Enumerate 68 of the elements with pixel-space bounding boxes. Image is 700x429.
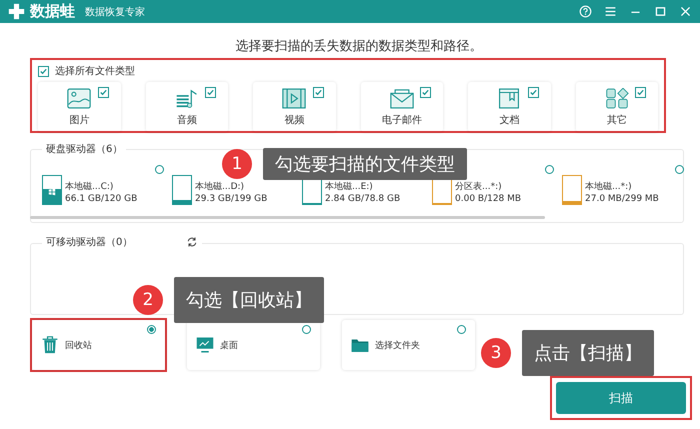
checkbox[interactable] (312, 87, 324, 98)
radio-button[interactable] (457, 325, 466, 334)
refresh-icon[interactable] (186, 236, 198, 248)
envelope-icon (390, 88, 414, 108)
drive-usage: 66.1 GB/120 GB (65, 193, 138, 205)
location-card[interactable]: 选择文件夹 (342, 320, 475, 370)
drive-name: 分区表...*:) (455, 181, 503, 193)
drive-usage: 0.00 B/128 MB (455, 193, 522, 205)
file-type-label: 其它 (606, 114, 627, 126)
help-icon[interactable] (579, 5, 592, 18)
menu-icon[interactable] (604, 5, 617, 18)
monitor-icon (196, 336, 214, 354)
music-note-icon (174, 88, 199, 108)
checkbox[interactable] (635, 87, 646, 98)
app-subtitle: 数据恢复专家 (85, 6, 145, 18)
select-all-label: 选择所有文件类型 (55, 64, 135, 78)
checkbox[interactable] (420, 87, 431, 98)
close-icon[interactable] (679, 5, 692, 18)
instruction-text: 选择要扫描的丢失数据的数据类型和路径。 (234, 38, 484, 56)
file-type-card[interactable]: 其它 (576, 82, 658, 132)
drive-name: 本地磁...C:) (65, 181, 114, 193)
file-type-label: 图片 (69, 114, 90, 126)
file-type-label: 音频 (176, 114, 197, 126)
drive-usage: 29.3 GB/199 GB (195, 193, 268, 205)
location-card[interactable]: 回收站 (32, 320, 165, 370)
file-type-card[interactable]: 文档 (468, 82, 550, 132)
checkbox[interactable] (205, 87, 216, 98)
file-type-card[interactable]: 图片 (38, 82, 120, 132)
panel-title: 硬盘驱动器（6） (42, 142, 126, 156)
callout-tooltip: 勾选要扫描的文件类型 (263, 148, 467, 180)
drive-name: 本地磁...D:) (195, 181, 246, 193)
checkbox[interactable] (38, 66, 49, 76)
radio-button[interactable] (302, 325, 311, 334)
radio-button[interactable] (675, 165, 684, 174)
radio-button[interactable] (155, 165, 164, 174)
step-number-badge: 3 (481, 338, 511, 368)
location-label: 选择文件夹 (375, 340, 420, 352)
app-name: 数据蛙 (30, 2, 75, 21)
book-icon (497, 88, 522, 108)
drive-name: 本地磁...E:) (325, 181, 374, 193)
step-number-badge: 2 (133, 285, 163, 315)
drive-usage: 2.84 GB/78.8 GB (325, 193, 400, 205)
file-type-card[interactable]: 音频 (146, 82, 228, 132)
location-label: 桌面 (220, 340, 238, 352)
file-type-label: 电子邮件 (382, 114, 422, 126)
scan-button[interactable]: 扫描 (556, 382, 686, 414)
shapes-icon (604, 88, 629, 108)
file-type-label: 文档 (499, 114, 520, 126)
location-label: 回收站 (65, 340, 92, 352)
callout-tooltip: 点击【扫描】 (522, 330, 654, 376)
scrollbar[interactable] (30, 216, 545, 219)
radio-button[interactable] (545, 165, 554, 174)
maximize-icon[interactable] (654, 5, 667, 18)
file-type-label: 视频 (284, 114, 304, 126)
checkbox[interactable] (98, 87, 108, 98)
drive-usage: 27.0 MB/299 MB (585, 193, 659, 205)
radio-button[interactable] (147, 325, 156, 334)
drive-name: 本地磁...*:) (585, 181, 633, 193)
film-icon (282, 88, 306, 108)
checkbox[interactable] (528, 87, 538, 98)
trash-icon (41, 336, 59, 354)
panel-title: 可移动驱动器（0） (46, 236, 132, 249)
file-type-card[interactable]: 电子邮件 (360, 82, 443, 132)
callout-tooltip: 勾选【回收站】 (174, 277, 324, 323)
image-icon (67, 88, 92, 108)
file-type-card[interactable]: 视频 (253, 82, 336, 132)
cross-logo-icon (8, 3, 25, 20)
step-number-badge: 1 (222, 149, 252, 179)
